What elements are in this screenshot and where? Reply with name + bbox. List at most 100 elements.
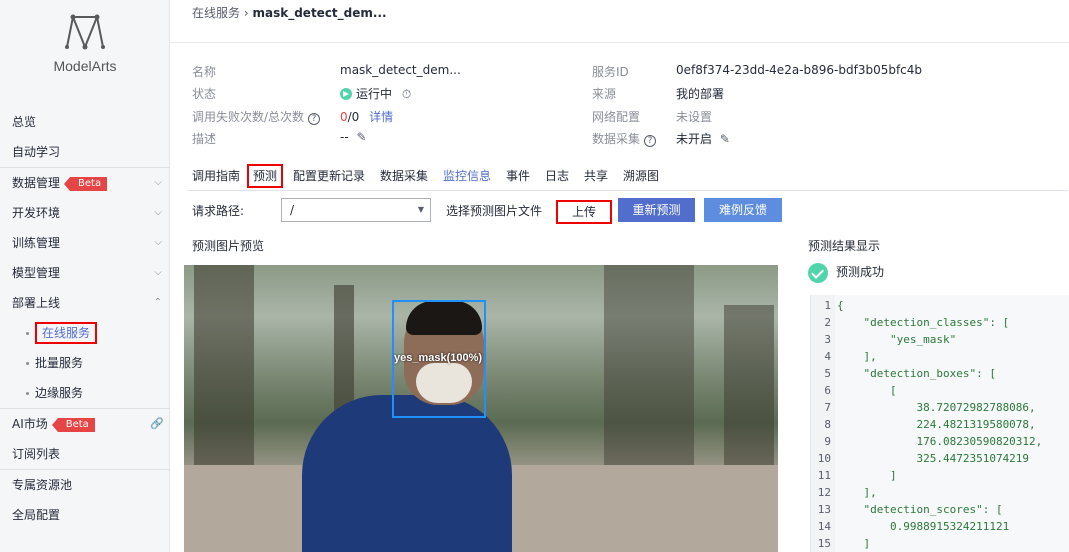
line-number: 6	[824, 384, 831, 397]
header-divider	[170, 42, 1069, 43]
tab-divider	[188, 190, 1068, 191]
chevron-down-icon: ⌵	[154, 207, 162, 218]
line-number: 7	[824, 401, 831, 414]
sidebar-item-deployment[interactable]: 部署上线 ⌃	[0, 288, 170, 318]
line-number: 14	[817, 520, 831, 533]
line-number: 8	[824, 418, 831, 431]
sidebar-item-online-service[interactable]: 在线服务	[0, 318, 170, 348]
fail-count-value: 0/0 详情	[340, 108, 393, 125]
sidebar-item-label: 数据管理	[12, 176, 61, 190]
description-value: -- ✎	[340, 130, 367, 144]
sidebar-item-data-management[interactable]: 数据管理 Beta ⌵	[0, 168, 170, 198]
network-label: 网络配置	[592, 110, 641, 124]
person-body	[302, 395, 512, 552]
sidebar-item-ai-market[interactable]: AI市场 Beta 🔗	[0, 409, 170, 439]
source-label: 来源	[592, 87, 617, 101]
breadcrumb-separator: ›	[243, 6, 249, 20]
fail-count-label-text: 调用失败次数/总次数	[192, 110, 305, 124]
code-line: 15 ]	[811, 535, 870, 552]
clock-icon[interactable]: ⏱	[402, 87, 411, 101]
beta-badge: Beta	[64, 176, 108, 191]
chevron-down-icon: ⌵	[154, 267, 162, 278]
service-id-label: 服务ID	[592, 65, 629, 79]
sidebar-item-label: 总览	[12, 115, 37, 129]
code-line: 2 "detection_classes": [	[811, 314, 1009, 331]
request-path-value: /	[290, 203, 295, 217]
code-text: 0.9988915324211121	[837, 520, 1010, 533]
tab-data-collection[interactable]: 数据采集	[380, 164, 428, 188]
result-code-viewer[interactable]: 1{2 "detection_classes": [3 "yes_mask" 4 …	[810, 295, 1069, 552]
sidebar-item-training[interactable]: 训练管理 ⌵	[0, 228, 170, 258]
sidebar-item-label: 批量服务	[35, 356, 84, 370]
breadcrumb-parent[interactable]: 在线服务	[192, 6, 240, 20]
line-number: 13	[817, 503, 831, 516]
request-path-select[interactable]: / ▼	[281, 198, 431, 222]
code-text: "detection_classes": [	[837, 316, 1010, 329]
request-path-label: 请求路径:	[192, 204, 245, 218]
sidebar-item-label: AI市场	[12, 417, 48, 431]
preview-title: 预测图片预览	[192, 239, 265, 253]
code-line: 3 "yes_mask"	[811, 331, 956, 348]
sidebar-item-dev-env[interactable]: 开发环境 ⌵	[0, 198, 170, 228]
sidebar-item-global-config[interactable]: 全局配置	[0, 500, 170, 530]
predict-status-text: 预测成功	[836, 265, 885, 279]
sidebar-item-batch-service[interactable]: 批量服务	[0, 348, 170, 378]
code-line: 8 224.4821319580078,	[811, 416, 1035, 433]
description-label: 描述	[192, 132, 217, 146]
line-number: 10	[817, 452, 831, 465]
sidebar-item-auto-learning[interactable]: 自动学习	[0, 137, 170, 167]
line-number: 4	[824, 350, 831, 363]
breadcrumb: 在线服务 › mask_detect_dem...	[192, 4, 387, 21]
sidebar-item-subscriptions[interactable]: 订阅列表	[0, 439, 170, 469]
sidebar: ModelArts 总览 自动学习 数据管理 Beta ⌵ 开发环境 ⌵ 训练管理 ⌵…	[0, 0, 170, 552]
service-info-right: 服务ID 0ef8f374-23dd-4e2a-b896-bdf3b05bfc4…	[592, 63, 1062, 153]
repredict-button[interactable]: 重新预测	[618, 198, 695, 222]
check-circle-icon	[808, 262, 828, 283]
sidebar-item-label: 开发环境	[12, 206, 61, 220]
caret-down-icon: ▼	[417, 205, 424, 214]
status-value: 运行中 ⏱	[340, 85, 411, 102]
code-text: [	[837, 384, 897, 397]
sidebar-menu: 总览 自动学习 数据管理 Beta ⌵ 开发环境 ⌵ 训练管理 ⌵ 模型管理 ⌵ 部署上…	[0, 107, 170, 530]
code-text: 176.08230590820312,	[837, 435, 1043, 448]
line-number: 5	[824, 367, 831, 380]
sidebar-item-model-management[interactable]: 模型管理 ⌵	[0, 258, 170, 288]
breadcrumb-current: mask_detect_dem...	[252, 6, 387, 20]
edit-icon[interactable]: ✎	[357, 130, 367, 144]
code-text: ],	[837, 486, 877, 499]
tab-events[interactable]: 事件	[506, 164, 530, 188]
name-value: mask_detect_dem...	[340, 63, 461, 77]
sidebar-item-label: 在线服务	[35, 322, 98, 344]
data-collect-text: 未开启	[676, 132, 713, 146]
code-line: 10 325.4472351074219	[811, 450, 1029, 467]
bullet-icon	[26, 332, 29, 335]
detail-link[interactable]: 详情	[369, 110, 393, 124]
sidebar-item-label: 边缘服务	[35, 386, 84, 400]
tab-logs[interactable]: 日志	[545, 164, 569, 188]
tab-share[interactable]: 共享	[584, 164, 608, 188]
tree-shape	[194, 265, 254, 485]
help-icon[interactable]: ?	[644, 135, 657, 147]
tree-shape	[604, 265, 694, 475]
upload-button[interactable]: 上传	[556, 200, 612, 224]
code-text: ],	[837, 350, 877, 363]
tab-lineage[interactable]: 溯源图	[623, 164, 659, 188]
sidebar-item-overview[interactable]: 总览	[0, 107, 170, 137]
sidebar-item-dedicated-pool[interactable]: 专属资源池	[0, 470, 170, 500]
tab-call-guide[interactable]: 调用指南	[192, 164, 240, 188]
tab-monitoring[interactable]: 监控信息	[443, 164, 491, 188]
total-count: /0	[347, 110, 360, 124]
service-info-left: 名称 mask_detect_dem... 状态 运行中 ⏱ 调用失败次数/总次…	[192, 63, 592, 153]
hard-example-feedback-button[interactable]: 难例反馈	[704, 198, 782, 222]
fail-count-label: 调用失败次数/总次数?	[192, 108, 321, 125]
tab-config-history[interactable]: 配置更新记录	[293, 164, 365, 188]
external-link-icon: 🔗	[150, 417, 164, 430]
detection-label: yes_mask(100%)	[394, 352, 483, 364]
code-text: ]	[837, 469, 897, 482]
help-icon[interactable]: ?	[308, 113, 321, 125]
edit-icon[interactable]: ✎	[720, 132, 730, 146]
fail-count: 0	[340, 110, 348, 124]
sidebar-item-edge-service[interactable]: 边缘服务	[0, 378, 170, 408]
tab-predict[interactable]: 预测	[247, 164, 284, 188]
code-text: 38.72072982788086,	[837, 401, 1036, 414]
